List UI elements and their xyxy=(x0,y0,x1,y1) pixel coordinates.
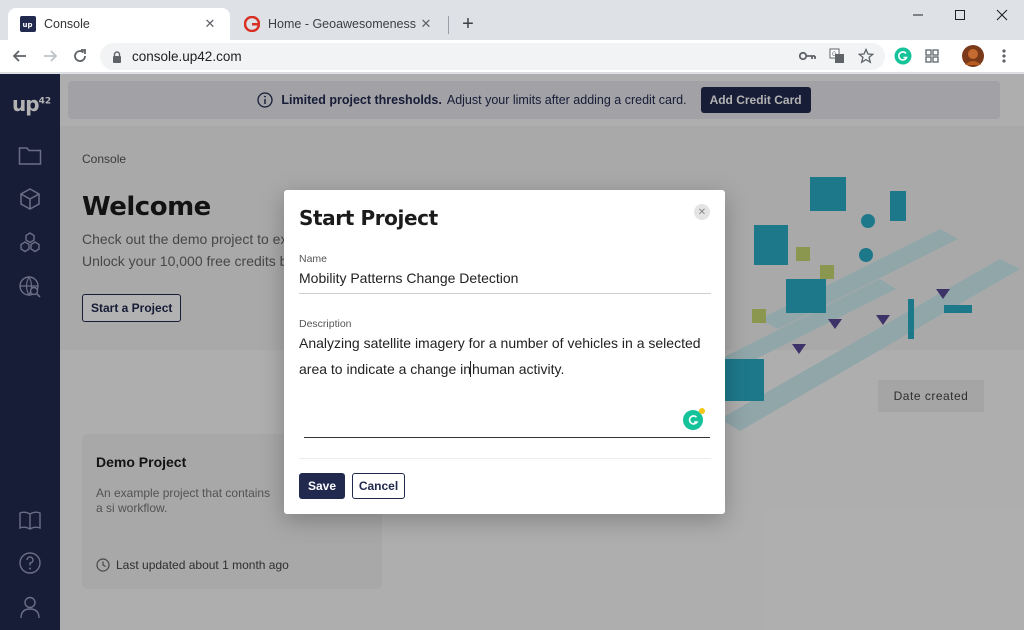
minimize-icon[interactable] xyxy=(896,4,940,26)
tab-separator xyxy=(448,16,449,34)
close-tab-icon[interactable]: ✕ xyxy=(202,16,218,32)
description-textarea[interactable]: Analyzing satellite imagery for a number… xyxy=(299,330,711,440)
dialog-divider xyxy=(299,458,711,459)
grammarly-extension-icon[interactable] xyxy=(893,46,913,66)
tab-title: Console xyxy=(44,17,90,31)
cancel-button[interactable]: Cancel xyxy=(352,473,405,499)
svg-text:up: up xyxy=(23,21,33,29)
up42-favicon-icon: up xyxy=(20,16,36,32)
forward-arrow-icon[interactable] xyxy=(38,44,62,68)
grammarly-icon[interactable] xyxy=(683,408,705,430)
extensions-icon[interactable] xyxy=(922,46,942,66)
tab-geoawesomeness[interactable]: Home - Geoawesomeness ✕ xyxy=(232,8,446,40)
profile-avatar[interactable] xyxy=(962,45,984,67)
new-tab-button[interactable]: + xyxy=(456,12,480,36)
close-icon[interactable]: ✕ xyxy=(694,204,710,220)
browser-tabstrip: up Console ✕ Home - Geoawesomeness ✕ + xyxy=(0,0,1024,40)
key-icon[interactable] xyxy=(798,46,818,66)
star-icon[interactable] xyxy=(856,46,876,66)
back-arrow-icon[interactable] xyxy=(8,44,32,68)
description-label: Description xyxy=(299,318,352,330)
description-text-2: human activity. xyxy=(472,361,565,377)
browser-toolbar: console.up42.com G xyxy=(0,40,1024,73)
save-button[interactable]: Save xyxy=(299,473,345,499)
tab-title: Home - Geoawesomeness xyxy=(268,17,416,31)
address-bar[interactable]: console.up42.com xyxy=(100,43,885,70)
grammarly-status-dot xyxy=(699,408,705,414)
menu-kebab-icon[interactable] xyxy=(994,46,1014,66)
close-tab-icon[interactable]: ✕ xyxy=(418,16,434,32)
url-text: console.up42.com xyxy=(132,49,242,64)
text-caret xyxy=(470,361,472,377)
reload-icon[interactable] xyxy=(68,44,92,68)
close-window-icon[interactable] xyxy=(980,4,1024,26)
svg-text:G: G xyxy=(832,52,837,58)
start-project-dialog: Start Project ✕ Name Mobility Patterns C… xyxy=(284,190,725,514)
tab-console[interactable]: up Console ✕ xyxy=(8,8,230,40)
lock-icon xyxy=(112,50,122,63)
geoawesomeness-favicon-icon xyxy=(244,16,260,32)
project-name-input[interactable]: Mobility Patterns Change Detection xyxy=(299,268,711,294)
dialog-title: Start Project xyxy=(299,206,438,230)
name-label: Name xyxy=(299,253,328,265)
textarea-underline xyxy=(304,437,710,438)
maximize-icon[interactable] xyxy=(938,4,982,26)
translate-icon[interactable]: G xyxy=(827,46,847,66)
